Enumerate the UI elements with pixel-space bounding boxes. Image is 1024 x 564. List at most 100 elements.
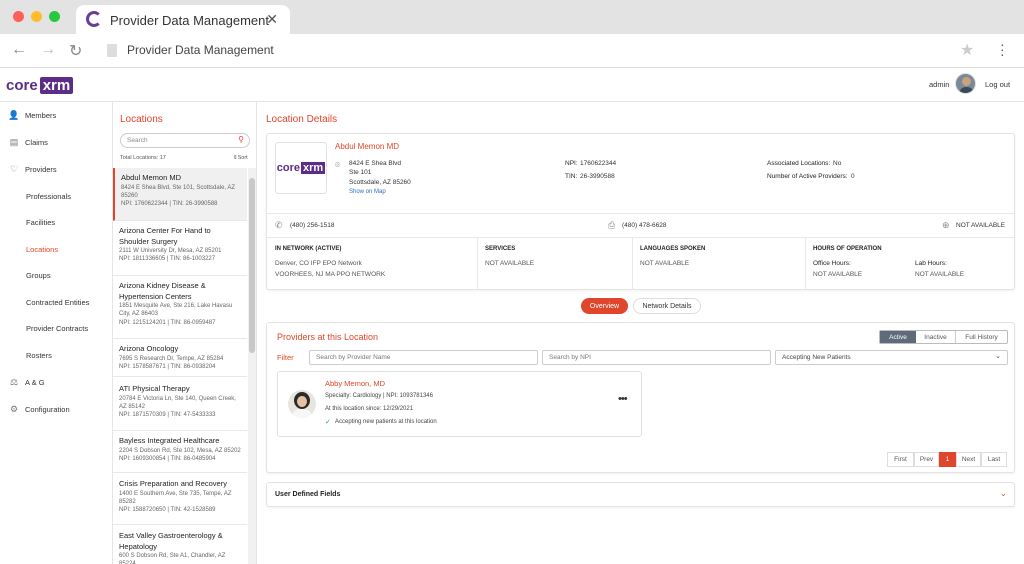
claims-icon: ▤ [9,136,19,147]
location-list-item[interactable]: East Valley Gastroenterology & Hepatolog… [113,526,247,564]
associated-locations-value: No [833,160,842,167]
toggle-inactive[interactable]: Inactive [916,331,956,343]
location-list-item[interactable]: Arizona Kidney Disease & Hypertension Ce… [113,276,247,339]
logout-link[interactable]: Log out [985,80,1010,89]
status-toggle: Active Inactive Full History [879,330,1008,344]
location-list-item[interactable]: Bayless Integrated Healthcare 2204 S Dob… [113,431,247,473]
location-logo: core xrm [275,142,327,194]
network-item: Denver, CO IFP EPO Network [275,260,362,267]
location-list-item[interactable]: Arizona Oncology 7695 S Research Dr, Tem… [113,339,247,377]
ag-icon: ⚖ [9,376,19,387]
reload-icon[interactable]: ↻ [69,41,82,61]
sidebar-item-professionals[interactable]: Professionals [0,183,113,209]
page-prev[interactable]: Prev [914,452,939,467]
back-icon[interactable]: ← [11,41,27,59]
page-first[interactable]: First [887,452,914,467]
scrollbar-thumb[interactable] [249,178,255,353]
chevron-down-icon[interactable]: ⌄ [1000,489,1007,498]
maximize-window-dot[interactable] [49,11,60,22]
phone-number: (480) 256-1518 [290,222,335,229]
location-details-title: Location Details [266,114,338,125]
provider-name-search[interactable]: Search by Provider Name [309,350,538,365]
services-header: SERVICES [485,246,516,252]
provider-since: At this location since: 12/29/2021 [325,406,414,412]
page-last[interactable]: Last [981,452,1007,467]
globe-icon: ⊕ [942,220,950,230]
search-icon[interactable]: ⚲ [238,135,244,144]
chevron-down-icon: ⌄ [995,353,1001,360]
browser-tab[interactable]: Provider Data Management ✕ [76,5,290,34]
page-icon [107,44,117,57]
lab-hours-label: Lab Hours: [915,260,947,267]
providers-card: Providers at this Location Active Inacti… [266,322,1015,473]
sidebar-item-ag[interactable]: ⚖ A & G [0,369,113,395]
provider-specialty: Specialty: Cardiology | NPI: 1093781346 [325,393,433,399]
sidebar-item-contracted-entities[interactable]: Contracted Entities [0,289,113,315]
sidebar-item-rosters[interactable]: Rosters [0,342,113,368]
show-on-map-link[interactable]: Show on Map [349,189,386,195]
toggle-full-history[interactable]: Full History [956,331,1007,343]
menu-kebab-icon[interactable]: · · · [1000,37,1005,61]
providers-title: Providers at this Location [277,332,379,342]
more-options-icon[interactable]: ••• [618,393,628,405]
active-providers-label: Number of Active Providers: [767,173,848,180]
in-network-header: IN NETWORK (ACTIVE) [275,246,342,252]
tin-label: TIN: [565,173,578,180]
sidebar-item-provider-contracts[interactable]: Provider Contracts [0,315,113,341]
accepting-patients-select[interactable]: Accepting New Patients ⌄ [775,350,1008,365]
tab-title: Provider Data Management [110,13,269,28]
sidebar-item-configuration[interactable]: ⚙ Configuration [0,396,113,422]
toggle-active[interactable]: Active [880,331,916,343]
map-pin-icon: ⌾ [335,160,341,170]
address-line-2: Ste 101 [349,169,372,176]
page-next[interactable]: Next [956,452,981,467]
sidebar-item-facilities[interactable]: Facilities [0,209,113,235]
locations-title: Locations [120,114,163,125]
sort-button[interactable]: ⇕Sort [233,155,248,161]
location-list-item[interactable]: ATI Physical Therapy 20784 E Victoria Ln… [113,379,247,431]
corexrm-logo[interactable]: core xrm [6,75,74,95]
languages-value: NOT AVAILABLE [640,260,690,267]
npi-search[interactable]: Search by NPI [542,350,771,365]
divider [267,237,1014,238]
provider-avatar [288,390,316,418]
lab-hours-value: NOT AVAILABLE [915,271,965,278]
divider [632,238,633,290]
sidebar-item-providers[interactable]: ♡ Providers [0,156,113,182]
bookmark-star-icon[interactable]: ★ [960,40,974,60]
gear-icon: ⚙ [9,403,19,414]
sidebar-item-groups[interactable]: Groups [0,262,113,288]
tab-network-details[interactable]: Network Details [633,298,701,314]
close-window-dot[interactable] [13,11,24,22]
npi-label: NPI: [565,160,578,167]
accepting-status: Accepting new patients at this location [335,419,437,425]
avatar[interactable] [955,73,976,94]
total-locations: Total Locations: 17 [120,155,166,161]
sidebar: 👤 Members ▤ Claims ♡ Providers Professional… [0,102,113,564]
provider-card[interactable]: Abby Memon, MD Specialty: Cardiology | N… [277,371,642,437]
location-details-card: core xrm Abdul Memon MD ⌾ 8424 E Shea Blv… [266,133,1015,290]
location-list-item[interactable]: Arizona Center For Hand to Shoulder Surg… [113,221,247,276]
udf-title: User Defined Fields [275,491,341,498]
forward-icon[interactable]: → [40,41,56,59]
members-icon: 👤 [8,109,20,120]
location-list-item[interactable]: Crisis Preparation and Recovery 1400 E S… [113,474,247,525]
location-list-item[interactable]: Abdul Memon MD 8424 E Shea Blvd, Ste 101… [113,168,247,221]
website-value: NOT AVAILABLE [956,222,1006,229]
sidebar-item-locations[interactable]: Locations [0,236,113,262]
url-field[interactable]: Provider Data Management [127,43,274,57]
location-search-input[interactable]: Search ⚲ [120,133,250,148]
languages-header: LANGUAGES SPOKEN [640,246,706,252]
location-list-scrollbar[interactable] [248,168,256,564]
page-current[interactable]: 1 [939,452,956,467]
sidebar-item-members[interactable]: 👤 Members [0,102,113,128]
provider-name[interactable]: Abby Memon, MD [325,379,385,388]
minimize-window-dot[interactable] [31,11,42,22]
check-circle-icon: ✓ [325,419,331,426]
fax-icon: ⎙ [608,220,616,230]
user-defined-fields-panel[interactable]: User Defined Fields ⌄ [266,482,1015,507]
sidebar-item-claims[interactable]: ▤ Claims [0,129,113,155]
tab-overview[interactable]: Overview [581,298,628,314]
close-tab-icon[interactable]: ✕ [266,11,278,28]
filter-label: Filter [277,353,294,362]
